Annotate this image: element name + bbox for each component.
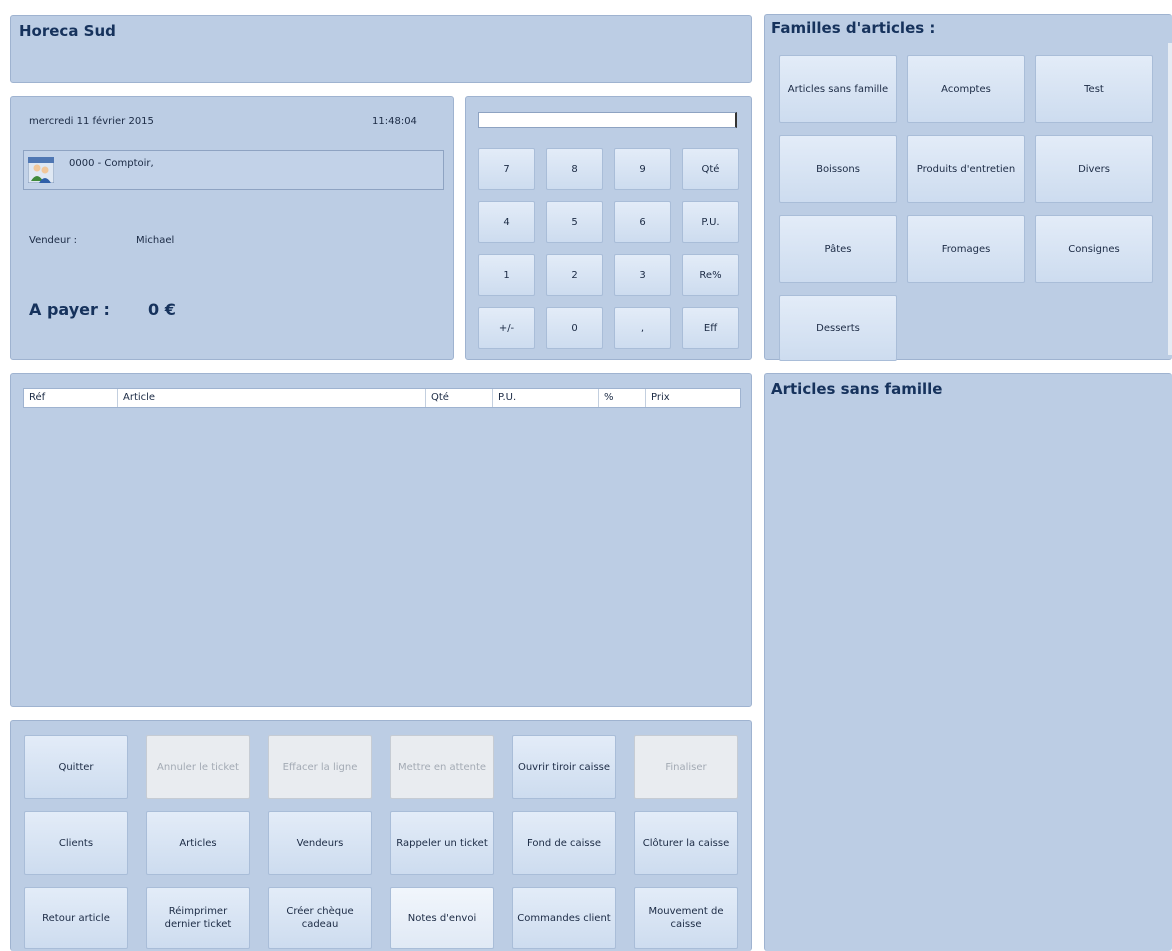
cloturer-la-caisse-button[interactable]: Clôturer la caisse xyxy=(634,811,738,875)
retour-article-button[interactable]: Retour article xyxy=(24,887,128,949)
families-title: Familles d'articles : xyxy=(771,19,936,37)
family-test[interactable]: Test xyxy=(1035,55,1153,123)
family-consignes[interactable]: Consignes xyxy=(1035,215,1153,283)
families-scrollbar[interactable] xyxy=(1168,43,1172,355)
col-discount[interactable]: % xyxy=(599,389,646,407)
mouvement-de-caisse-button[interactable]: Mouvement de caisse xyxy=(634,887,738,949)
customer-name: 0000 - Comptoir, xyxy=(69,158,154,169)
store-name: Horeca Sud xyxy=(19,22,116,40)
col-qty[interactable]: Qté xyxy=(426,389,493,407)
family-divers[interactable]: Divers xyxy=(1035,135,1153,203)
col-price[interactable]: Prix xyxy=(646,389,740,407)
customer-selector[interactable]: 0000 - Comptoir, xyxy=(23,150,444,190)
family-desserts[interactable]: Desserts xyxy=(779,295,897,361)
family-pates[interactable]: Pâtes xyxy=(779,215,897,283)
vendor-name: Michael xyxy=(136,235,175,246)
key-1[interactable]: 1 xyxy=(478,254,535,296)
articles-title: Articles sans famille xyxy=(771,380,943,398)
key-3[interactable]: 3 xyxy=(614,254,671,296)
articles-panel: Articles sans famille xyxy=(764,373,1172,951)
fond-de-caisse-button[interactable]: Fond de caisse xyxy=(512,811,616,875)
customer-icon xyxy=(28,157,54,183)
ouvrir-tiroir-caisse-button[interactable]: Ouvrir tiroir caisse xyxy=(512,735,616,799)
total-value: 0 € xyxy=(148,300,176,319)
finaliser-button[interactable]: Finaliser xyxy=(634,735,738,799)
key-8[interactable]: 8 xyxy=(546,148,603,190)
family-fromages[interactable]: Fromages xyxy=(907,215,1025,283)
key-2[interactable]: 2 xyxy=(546,254,603,296)
vendeurs-button[interactable]: Vendeurs xyxy=(268,811,372,875)
ticket-lines-panel: Réf Article Qté P.U. % Prix xyxy=(10,373,752,707)
actions-panel: Quitter Annuler le ticket Effacer la ligne… xyxy=(10,720,752,951)
key-7[interactable]: 7 xyxy=(478,148,535,190)
commandes-client-button[interactable]: Commandes client xyxy=(512,887,616,949)
col-article[interactable]: Article xyxy=(118,389,426,407)
keypad-panel: 7 8 9 Qté 4 5 6 P.U. 1 2 3 Re% +/- 0, Eff xyxy=(465,96,752,360)
family-acomptes[interactable]: Acomptes xyxy=(907,55,1025,123)
key-unit-price[interactable]: P.U. xyxy=(682,201,739,243)
ticket-info-panel: mercredi 11 février 2015 11:48:04 0000 -… xyxy=(10,96,454,360)
vendor-label: Vendeur : xyxy=(29,235,78,246)
key-comma[interactable]: , xyxy=(614,307,671,349)
quitter-button[interactable]: Quitter xyxy=(24,735,128,799)
rappeler-un-ticket-button[interactable]: Rappeler un ticket xyxy=(390,811,494,875)
articles-button[interactable]: Articles xyxy=(146,811,250,875)
clients-button[interactable]: Clients xyxy=(24,811,128,875)
key-discount[interactable]: Re% xyxy=(682,254,739,296)
col-ref[interactable]: Réf xyxy=(24,389,118,407)
keypad-display[interactable] xyxy=(478,112,737,128)
current-time: 11:48:04 xyxy=(372,116,417,127)
creer-cheque-cadeau-button[interactable]: Créer chèque cadeau xyxy=(268,887,372,949)
family-produits-d-entretien[interactable]: Produits d'entretien xyxy=(907,135,1025,203)
key-9[interactable]: 9 xyxy=(614,148,671,190)
key-plus-minus[interactable]: +/- xyxy=(478,307,535,349)
mettre-en-attente-button[interactable]: Mettre en attente xyxy=(390,735,494,799)
families-panel: Familles d'articles : Articles sans fami… xyxy=(764,14,1172,361)
key-4[interactable]: 4 xyxy=(478,201,535,243)
key-qty[interactable]: Qté xyxy=(682,148,739,190)
reimprimer-dernier-ticket-button[interactable]: Réimprimer dernier ticket xyxy=(146,887,250,949)
key-5[interactable]: 5 xyxy=(546,201,603,243)
total-label: A payer : xyxy=(29,300,110,319)
family-articles-sans-famille[interactable]: Articles sans famille xyxy=(779,55,897,123)
family-boissons[interactable]: Boissons xyxy=(779,135,897,203)
key-clear[interactable]: Eff xyxy=(682,307,739,349)
current-date: mercredi 11 février 2015 xyxy=(29,116,154,127)
notes-d-envoi-button[interactable]: Notes d'envoi xyxy=(390,887,494,949)
ticket-table-header: Réf Article Qté P.U. % Prix xyxy=(23,388,741,408)
store-header-panel: Horeca Sud xyxy=(10,15,752,83)
col-unit-price[interactable]: P.U. xyxy=(493,389,599,407)
annuler-le-ticket-button[interactable]: Annuler le ticket xyxy=(146,735,250,799)
effacer-la-ligne-button[interactable]: Effacer la ligne xyxy=(268,735,372,799)
key-0[interactable]: 0 xyxy=(546,307,603,349)
key-6[interactable]: 6 xyxy=(614,201,671,243)
